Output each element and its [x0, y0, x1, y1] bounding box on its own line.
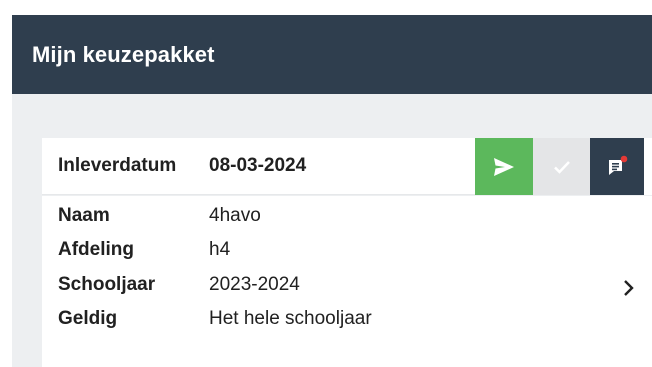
field-label: Schooljaar	[58, 274, 156, 295]
messages-button[interactable]	[590, 138, 644, 195]
app-header: Mijn keuzepakket	[12, 15, 652, 94]
package-card[interactable]: Inleverdatum 08-03-2024 Naam 4havo Afdel…	[42, 138, 652, 367]
due-date-label: Inleverdatum	[58, 155, 177, 176]
package-details: Naam 4havo Afdeling h4 Schooljaar 2023-2…	[42, 196, 652, 367]
field-value: 2023-2024	[209, 274, 300, 295]
confirm-button[interactable]	[533, 138, 590, 195]
chevron-right-icon[interactable]	[622, 278, 636, 298]
page-title: Mijn keuzepakket	[32, 41, 215, 67]
window-top-margin	[0, 0, 652, 15]
package-card-header: Inleverdatum 08-03-2024	[42, 138, 652, 195]
detail-row: Schooljaar 2023-2024	[58, 271, 300, 299]
check-icon	[553, 160, 570, 174]
send-icon	[494, 157, 514, 176]
window-left-margin	[0, 15, 12, 367]
field-value: 4havo	[209, 205, 261, 226]
field-label: Afdeling	[58, 239, 134, 260]
field-value: h4	[209, 239, 231, 260]
detail-row: Afdeling h4	[58, 236, 230, 264]
field-label: Geldig	[58, 308, 118, 329]
action-gap	[644, 138, 652, 195]
field-label: Naam	[58, 205, 110, 226]
comment-notification-icon	[609, 155, 628, 175]
detail-row: Geldig Het hele schooljaar	[58, 305, 372, 333]
send-button[interactable]	[475, 138, 533, 195]
due-date-value: 08-03-2024	[209, 155, 307, 176]
field-value: Het hele schooljaar	[209, 308, 372, 329]
detail-row: Naam 4havo	[58, 202, 261, 230]
notification-badge	[620, 155, 628, 162]
